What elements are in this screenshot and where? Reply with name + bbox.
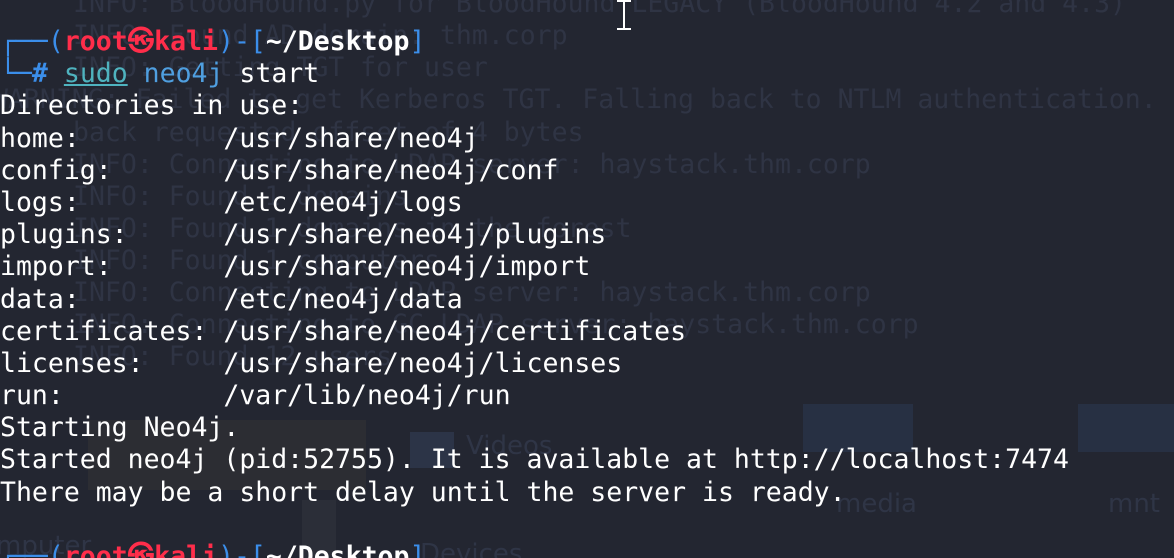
prompt-user: root — [63, 541, 128, 558]
prompt-line-command: └─# sudo neo4j start — [0, 58, 1174, 90]
prompt-at-symbol: ㉿ — [127, 541, 155, 558]
prompt-line-top-next: ┌──(root㉿kali)-[~/Desktop] — [0, 541, 1174, 558]
output-line: config: /usr/share/neo4j/conf — [0, 154, 559, 186]
prompt-frame: )-[ — [217, 541, 266, 558]
prompt-at-symbol: ㉿ — [127, 26, 155, 57]
command-arg: start — [239, 58, 320, 90]
output-line: There may be a short delay until the ser… — [0, 476, 846, 508]
prompt-hash: # — [31, 58, 48, 90]
output-line: data: /etc/neo4j/data — [0, 283, 463, 315]
output-line: Started neo4j (pid:52755). It is availab… — [0, 444, 1069, 476]
prompt-frame: ] — [409, 26, 426, 57]
output-line: licenses: /usr/share/neo4j/licenses — [0, 347, 623, 379]
terminal-window[interactable]: INFO: BloodHound.py for BloodHound LEGAC… — [0, 0, 1174, 558]
terminal-output[interactable]: ┌──(root㉿kali)-[~/Desktop] └─# sudo neo4… — [0, 26, 1174, 558]
prompt-frame: ┌──( — [0, 541, 64, 558]
output-line: certificates: /usr/share/neo4j/certifica… — [0, 315, 687, 347]
output-line: import: /usr/share/neo4j/import — [0, 251, 591, 283]
prompt-frame: )-[ — [217, 26, 266, 57]
prompt-frame: ] — [409, 541, 426, 558]
command-program: neo4j — [143, 58, 224, 90]
prompt-host: kali — [154, 26, 218, 57]
prompt-host: kali — [154, 541, 218, 558]
output-line: run: /var/lib/neo4j/run — [0, 380, 511, 412]
output-line: home: /usr/share/neo4j — [0, 122, 479, 154]
command-sudo: sudo — [63, 58, 128, 90]
prompt-user: root — [63, 26, 128, 57]
output-line: Directories in use: — [0, 90, 304, 122]
ghost-line: INFO: BloodHound.py for BloodHound LEGAC… — [73, 0, 1126, 19]
prompt-frame: ┌──( — [0, 26, 64, 57]
output-line: Starting Neo4j. — [0, 412, 240, 444]
prompt-path: ~/Desktop — [265, 26, 410, 57]
prompt-path: ~/Desktop — [265, 541, 410, 558]
output-line: logs: /etc/neo4j/logs — [0, 186, 463, 218]
output-line: plugins: /usr/share/neo4j/plugins — [0, 219, 607, 251]
prompt-line-top: ┌──(root㉿kali)-[~/Desktop] — [0, 26, 1174, 58]
prompt-frame: └─ — [0, 58, 32, 90]
